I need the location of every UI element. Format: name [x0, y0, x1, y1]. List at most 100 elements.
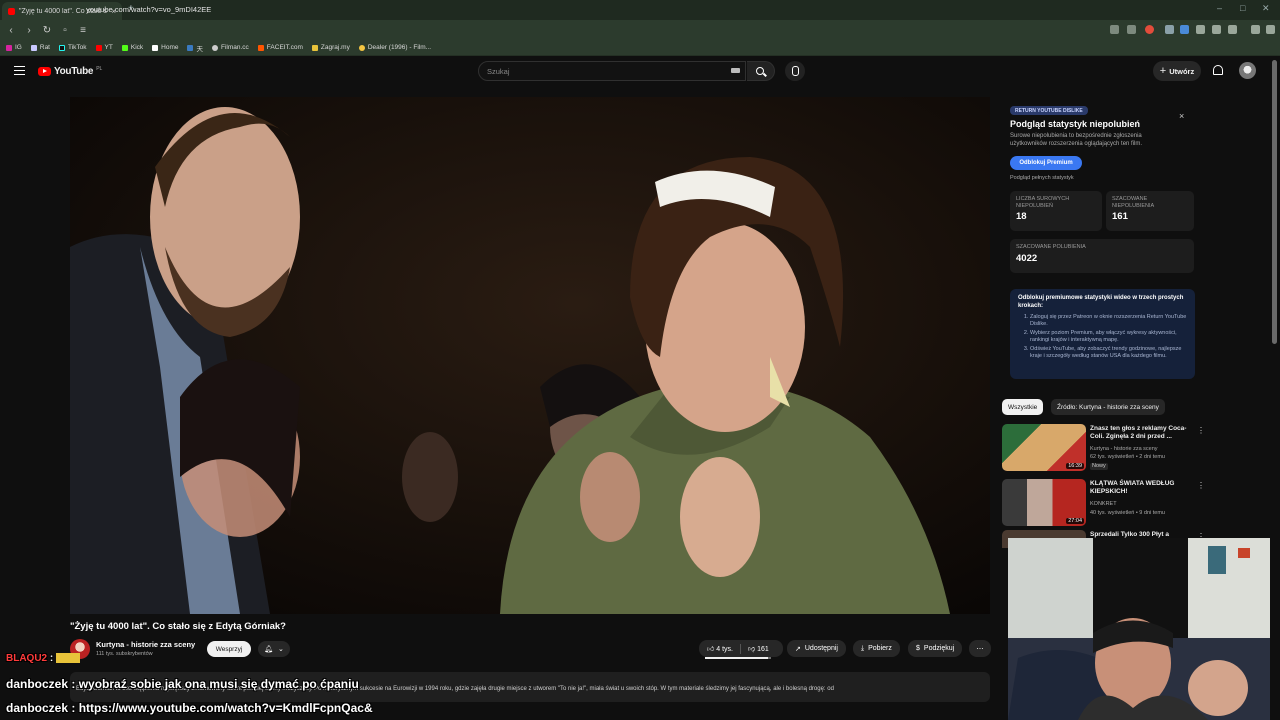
stat-estimated-likes: SZACOWANE POLUBIENIA 4022 [1010, 239, 1194, 273]
hamburger-menu-icon[interactable] [14, 66, 25, 75]
stat-raw-dislikes: LICZBA SUROWYCH NIEPOLUBIEŃ 18 [1010, 191, 1102, 231]
like-ratio-fill [705, 657, 769, 659]
like-button[interactable]: 👍︎ 4 tys. [707, 644, 733, 653]
bookmark-ig[interactable]: IG [6, 44, 22, 51]
chip-source[interactable]: Źródło: Kurtyna - historie zza sceny [1051, 399, 1165, 415]
share-icon: ↗ [795, 645, 801, 653]
ryd-close-icon[interactable]: × [1179, 111, 1184, 121]
chip-all[interactable]: Wszystkie [1002, 399, 1044, 415]
faceit-icon [257, 44, 264, 51]
ryd-unlock-premium-button[interactable]: Odblokuj Premium [1010, 156, 1082, 170]
forward-icon[interactable]: › [22, 25, 36, 36]
youtube-logo[interactable]: YouTube PL [38, 66, 102, 77]
site-info-icon[interactable]: ≡ [76, 25, 90, 36]
share-page-icon[interactable] [1127, 25, 1136, 34]
video-thumbnail[interactable]: 27:04 [1002, 479, 1086, 526]
thanks-button[interactable]: $ Podziękuj [908, 640, 963, 657]
recommendation-title[interactable]: Znasz ten głos z reklamy Coca-Coli. Zgin… [1090, 425, 1190, 441]
create-button[interactable]: + Utwórz [1153, 61, 1201, 81]
channel-subscribers: 111 tys. subskrybentów [96, 651, 153, 657]
search-icon [756, 67, 764, 75]
notifications-bell-icon[interactable] [1213, 65, 1223, 75]
video-player[interactable] [70, 97, 990, 614]
bookmark-page-icon[interactable]: ▫ [58, 25, 72, 36]
youtube-favicon-icon [8, 7, 15, 15]
bookmark-rat[interactable]: Rat [30, 44, 50, 51]
ryd-step: Wybierz poziom Premium, aby włączyć wykr… [1030, 330, 1187, 344]
cast-icon[interactable] [1110, 25, 1119, 34]
bookmark-yt[interactable]: YT [95, 44, 113, 51]
bookmarks-bar: IG Rat TikTok YT Kick Home 天 Filman.cc F… [0, 40, 1280, 56]
filmweb-icon [358, 44, 365, 51]
chat-username: danboczek [6, 701, 69, 715]
recommendation-item[interactable]: 27:04 KLĄTWA ŚWIATA WEDŁUG KIEPSKICH! KO… [1002, 479, 1205, 529]
like-ratio-bar [705, 657, 771, 659]
video-thumbnail[interactable]: 16:39 [1002, 424, 1086, 471]
bookmark-zagraj[interactable]: Zagraj.my [311, 44, 350, 51]
instagram-icon [6, 44, 12, 51]
extensions-icon[interactable] [1196, 25, 1205, 34]
bell-icon: 🔔︎ [264, 646, 273, 653]
youtube-icon [95, 44, 102, 51]
chat-message: wyobraź sobie jak ona musi się dymać po … [78, 677, 359, 691]
share-button[interactable]: ↗ Udostępnij [787, 640, 846, 657]
account-avatar[interactable] [1239, 62, 1256, 79]
stat-estimated-dislikes: SZACOWANE NIEPOLUBIENIA 161 [1106, 191, 1194, 231]
recommendation-channel[interactable]: Kurtyna - historie zza sceny [1090, 446, 1158, 453]
subscription-bell-button[interactable]: 🔔︎ ⌄ [258, 641, 290, 657]
page-scrollbar[interactable] [1272, 60, 1277, 344]
ryd-step: Zaloguj się przez Patreon w oknie rozsze… [1030, 314, 1187, 328]
bookmark-icon [187, 44, 194, 51]
keyboard-icon[interactable] [731, 68, 740, 73]
ryd-title: Podgląd statystyk niepolubień [1010, 119, 1141, 129]
bookmark-filman[interactable]: Filman.cc [211, 44, 249, 51]
bookmark-tiktok[interactable]: TikTok [59, 44, 87, 51]
more-actions-button[interactable]: ⋯ [969, 640, 991, 657]
link-icon[interactable] [1228, 25, 1237, 34]
bookmark-icon [311, 44, 318, 51]
download-icon: ⤓ [861, 644, 865, 652]
extension-icon-1[interactable] [1165, 25, 1174, 34]
more-options-icon[interactable]: ⋮ [1197, 426, 1205, 435]
maximize-icon[interactable]: □ [1240, 3, 1245, 13]
window-close-icon[interactable]: ✕ [1262, 3, 1270, 14]
browser-menu-icon[interactable] [1266, 25, 1275, 34]
search-input[interactable]: Szukaj [478, 61, 746, 81]
ryd-premium-steps: Odblokuj premiumowe statystyki wideo w t… [1010, 289, 1195, 379]
recommendation-channel[interactable]: KONKRET [1090, 501, 1117, 508]
recommendation-item[interactable]: 16:39 Znasz ten głos z reklamy Coca-Coli… [1002, 424, 1205, 474]
chat-message: https://www.youtube.com/watch?v=KmdlFcpn… [78, 701, 373, 715]
url-field[interactable]: youtube.com/watch?v=vo_9mDI42EE [86, 5, 211, 14]
like-dislike-group: 👍︎ 4 tys. 👎︎ 161 [699, 640, 783, 657]
reload-icon[interactable]: ↻ [40, 25, 54, 36]
channel-name[interactable]: Kurtyna - historie zza sceny [96, 640, 195, 649]
bookmark-faceit[interactable]: FACEIT.com [257, 44, 303, 51]
downloads-icon[interactable] [1212, 25, 1221, 34]
bookmark-icon [30, 44, 37, 51]
browser-address-bar: ‹ › ↻ ▫ ≡ [0, 20, 1280, 40]
chat-username: danboczek [6, 677, 69, 691]
youtube-header: YouTube PL Szukaj + Utwórz [0, 57, 1270, 85]
extension-icon-2[interactable] [1180, 25, 1189, 34]
dislike-button[interactable]: 👎︎ 161 [748, 644, 769, 653]
bookmark-kanji[interactable]: 天 [187, 43, 203, 53]
video-title: "Żyję tu 4000 lat". Co stało się z Edytą… [70, 621, 286, 632]
bookmark-home[interactable]: Home [152, 44, 178, 51]
minimize-icon[interactable]: – [1217, 3, 1222, 13]
playlist-icon[interactable] [1251, 25, 1260, 34]
globe-icon [211, 44, 218, 51]
bookmark-dealer[interactable]: Dealer (1996) - Film... [358, 44, 431, 51]
return-youtube-dislike-panel: RETURN YOUTUBE DISLIKE × Podgląd statyst… [1003, 99, 1199, 383]
bookmark-kick[interactable]: Kick [121, 44, 143, 51]
brave-shield-icon[interactable] [1145, 25, 1154, 34]
download-button[interactable]: ⤓ Pobierz [853, 640, 900, 657]
support-button[interactable]: Wesprzyj [207, 641, 251, 657]
search-button[interactable] [747, 61, 775, 81]
more-options-icon[interactable]: ⋮ [1197, 481, 1205, 490]
recommendation-meta: 62 tys. wyświetleń • 2 dni temu [1090, 454, 1165, 460]
voice-search-button[interactable] [785, 61, 805, 81]
ryd-description: Surowe niepolubienia to bezpośrednie zgł… [1010, 133, 1143, 147]
recommendation-title[interactable]: KLĄTWA ŚWIATA WEDŁUG KIEPSKICH! [1090, 480, 1190, 496]
kick-icon [121, 44, 128, 51]
back-icon[interactable]: ‹ [4, 25, 18, 36]
